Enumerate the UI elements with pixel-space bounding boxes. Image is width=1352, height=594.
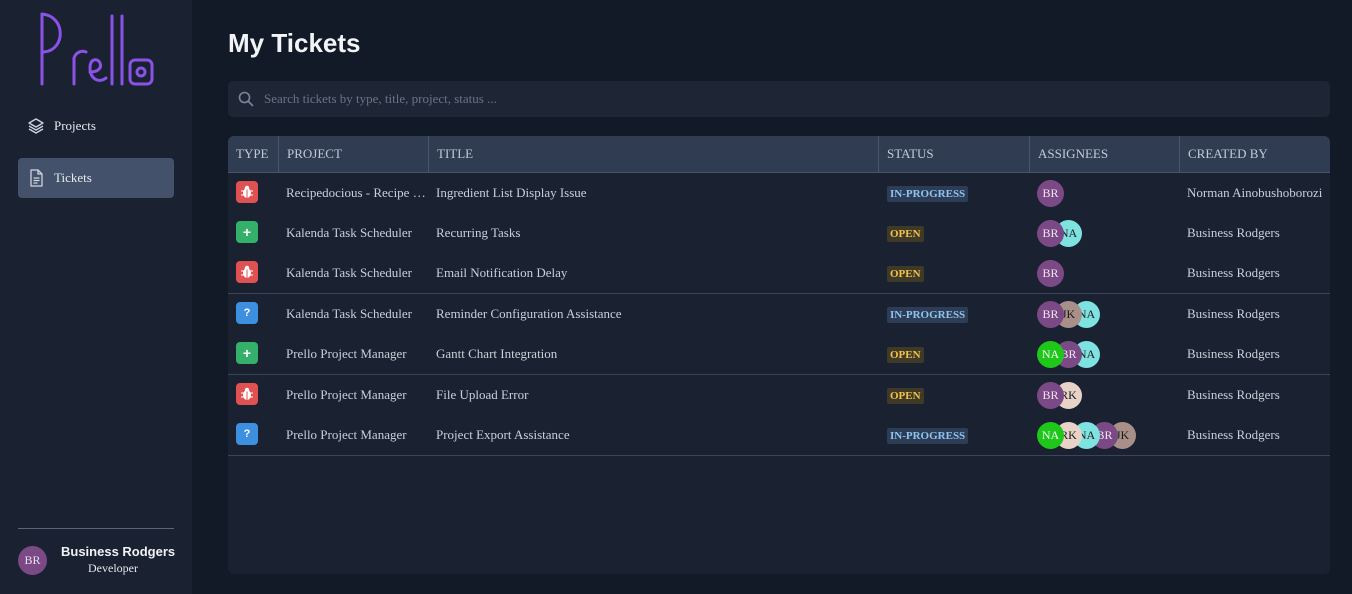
title-cell: Gantt Chart Integration (436, 346, 558, 361)
column-header-assignees[interactable]: ASSIGNEES (1030, 136, 1180, 173)
created-by-cell: Business Rodgers (1187, 306, 1280, 321)
avatar[interactable]: BR (1037, 180, 1064, 207)
sidebar-item-label: Tickets (54, 170, 92, 185)
column-header-title[interactable]: TITLE (429, 136, 879, 173)
title-cell: Email Notification Delay (436, 265, 568, 280)
created-by-cell: Business Rodgers (1187, 265, 1280, 280)
search-icon (238, 91, 254, 107)
column-header-project[interactable]: PROJECT (279, 136, 429, 173)
prello-logo[interactable] (36, 10, 156, 88)
created-by-cell: Business Rodgers (1187, 225, 1280, 240)
avatar[interactable]: BR (18, 546, 47, 575)
search-input[interactable] (264, 81, 1314, 117)
project-cell: Prello Project Manager (286, 427, 407, 442)
status-badge: OPEN (887, 388, 924, 404)
created-by-cell: Business Rodgers (1187, 387, 1280, 402)
bug-icon (236, 383, 258, 405)
question-icon: ? (236, 302, 258, 324)
title-cell: Ingredient List Display Issue (436, 185, 587, 200)
title-cell: Reminder Configuration Assistance (436, 306, 622, 321)
project-cell: Recipedocious - Recipe Manager (286, 185, 426, 200)
plus-icon: + (236, 342, 258, 364)
status-badge: OPEN (887, 347, 924, 363)
project-cell: Prello Project Manager (286, 346, 407, 361)
status-badge: OPEN (887, 226, 924, 242)
avatar[interactable]: NA (1037, 422, 1064, 449)
layers-icon (26, 116, 46, 136)
table-row[interactable]: ? Prello Project Manager Project Export … (228, 415, 1330, 456)
project-cell: Kalenda Task Scheduler (286, 225, 412, 240)
created-by-cell: Business Rodgers (1187, 346, 1280, 361)
status-badge: IN-PROGRESS (887, 186, 969, 202)
question-icon: ? (236, 423, 258, 445)
status-badge: IN-PROGRESS (887, 428, 969, 444)
title-cell: Project Export Assistance (436, 427, 570, 442)
table-row[interactable]: Kalenda Task Scheduler Email Notificatio… (228, 253, 1330, 294)
avatar[interactable]: BR (1037, 301, 1064, 328)
plus-icon: + (236, 221, 258, 243)
title-cell: File Upload Error (436, 387, 529, 402)
sidebar-item-label: Projects (54, 118, 96, 133)
profile-name: Business Rodgers (61, 544, 176, 559)
bug-icon (236, 181, 258, 203)
sidebar-item-projects[interactable]: Projects (18, 106, 174, 146)
table-header: TYPE PROJECT TITLE STATUS ASSIGNEES CREA… (228, 136, 1330, 173)
column-header-type[interactable]: TYPE (228, 136, 279, 173)
status-badge: OPEN (887, 266, 924, 282)
table-row[interactable]: ? Kalenda Task Scheduler Reminder Config… (228, 294, 1330, 334)
bug-icon (236, 261, 258, 283)
sidebar-divider (18, 528, 174, 529)
table-row[interactable]: + Kalenda Task Scheduler Recurring Tasks… (228, 213, 1330, 253)
avatar[interactable]: BR (1037, 382, 1064, 409)
sidebar-item-tickets[interactable]: Tickets (18, 158, 174, 198)
tickets-table: TYPE PROJECT TITLE STATUS ASSIGNEES CREA… (228, 136, 1330, 574)
table-row[interactable]: + Prello Project Manager Gantt Chart Int… (228, 334, 1330, 375)
profile-role: Developer (88, 561, 138, 575)
avatar[interactable]: BR (1037, 260, 1064, 287)
table-row[interactable]: Prello Project Manager File Upload Error… (228, 375, 1330, 415)
search-bar[interactable] (228, 81, 1330, 117)
status-badge: IN-PROGRESS (887, 307, 969, 323)
project-cell: Prello Project Manager (286, 387, 407, 402)
avatar[interactable]: NA (1037, 341, 1064, 368)
avatar[interactable]: BR (1037, 220, 1064, 247)
sidebar: Projects Tickets BR Business Rodgers Dev… (0, 0, 192, 594)
column-header-status[interactable]: STATUS (879, 136, 1030, 173)
user-profile[interactable]: BR Business Rodgers Developer (18, 544, 178, 578)
document-icon (26, 168, 46, 188)
page-title: My Tickets (228, 28, 361, 58)
created-by-cell: Business Rodgers (1187, 427, 1280, 442)
created-by-cell: Norman Ainobushoborozi (1187, 185, 1323, 200)
title-cell: Recurring Tasks (436, 225, 521, 240)
project-cell: Kalenda Task Scheduler (286, 265, 412, 280)
project-cell: Kalenda Task Scheduler (286, 306, 412, 321)
table-row[interactable]: Recipedocious - Recipe Manager Ingredien… (228, 173, 1330, 213)
column-header-created-by[interactable]: CREATED BY (1180, 136, 1330, 173)
